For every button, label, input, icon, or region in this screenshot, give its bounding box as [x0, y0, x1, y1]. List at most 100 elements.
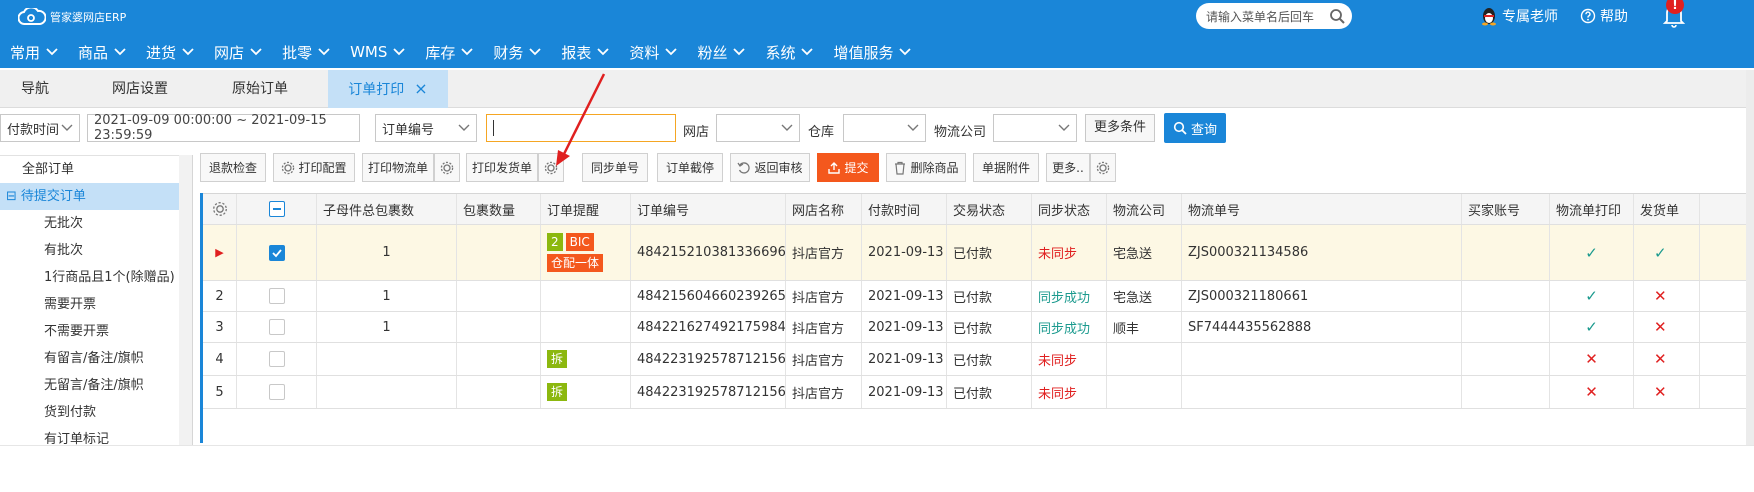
column-header-buyer[interactable]: 买家账号: [1462, 194, 1550, 224]
order-no-cell[interactable]: 4842216274921759842A: [631, 312, 786, 342]
column-header-pay-time[interactable]: 付款时间: [862, 194, 947, 224]
query-button[interactable]: 查询: [1164, 113, 1226, 143]
cloud-logo-icon: [18, 8, 46, 25]
row-checkbox[interactable]: [268, 319, 285, 335]
logistics-cell: [1107, 376, 1182, 408]
print-logistics-button[interactable]: 打印物流单: [362, 153, 434, 182]
trade-status-cell: 已付款: [947, 225, 1032, 280]
column-header-order-no[interactable]: 订单编号: [631, 194, 786, 224]
tree-item[interactable]: 无留言/备注/旗帜: [0, 372, 179, 399]
tab-nav[interactable]: 导航: [0, 70, 70, 108]
column-header-label: 子母件总包裹数: [323, 203, 415, 219]
row-checkbox[interactable]: [268, 244, 285, 261]
row-checkbox[interactable]: [268, 288, 285, 304]
tab-shop-settings[interactable]: 网店设置: [90, 70, 190, 108]
column-header-tracking[interactable]: 物流单号: [1182, 194, 1462, 224]
tab-original-orders[interactable]: 原始订单: [210, 70, 310, 108]
return-review-button[interactable]: 返回审核: [730, 153, 810, 182]
tree-scrollbar[interactable]: [179, 155, 193, 445]
main-menu-item[interactable]: 网店: [204, 38, 272, 66]
order-no-cell[interactable]: 4842231925787121568A-...: [631, 343, 786, 375]
column-header-parcel-qty[interactable]: 包裹数量: [457, 194, 541, 224]
main-menu-item[interactable]: 库存: [415, 38, 483, 66]
more-actions-button[interactable]: 更多..: [1046, 153, 1090, 182]
shop-select[interactable]: [716, 114, 800, 142]
tree-item[interactable]: 有订单标记: [0, 426, 179, 453]
row-select-cell[interactable]: [237, 312, 317, 342]
column-header-invoice[interactable]: 发货单: [1634, 194, 1700, 224]
more-conditions-button[interactable]: 更多条件: [1085, 114, 1155, 142]
main-menu-item[interactable]: 批零: [272, 38, 340, 66]
print-config-button[interactable]: 打印配置: [273, 153, 355, 182]
row-select-cell[interactable]: [237, 343, 317, 375]
order-field-select[interactable]: 订单编号: [375, 114, 477, 142]
submit-button[interactable]: 提交: [817, 153, 879, 182]
main-menu-item[interactable]: 商品: [68, 38, 136, 66]
row-select-cell[interactable]: [237, 225, 317, 280]
tree-item[interactable]: 需要开票: [0, 291, 179, 318]
refund-check-button[interactable]: 退款检查: [200, 153, 266, 182]
search-icon[interactable]: [1328, 7, 1346, 25]
tree-item[interactable]: 货到付款: [0, 399, 179, 426]
table-row[interactable]: 3 1 4842216274921759842A 抖店官方 2021-09-13 ...…: [203, 312, 1754, 343]
date-range-field[interactable]: 2021-09-09 00:00:00 ~ 2021-09-15 23:59:5…: [87, 113, 360, 143]
main-menu-item[interactable]: 增值服务: [823, 38, 921, 66]
menu-search-input[interactable]: 请输入菜单名后回车: [1196, 3, 1352, 29]
time-type-select[interactable]: 付款时间: [0, 114, 80, 142]
column-header-shop[interactable]: 网店名称: [786, 194, 862, 224]
column-header-parcel-total[interactable]: 子母件总包裹数: [317, 194, 457, 224]
tree-item[interactable]: 无批次: [0, 210, 179, 237]
warehouse-select[interactable]: [843, 114, 926, 142]
main-menu-item[interactable]: 粉丝: [687, 38, 755, 66]
tree-item[interactable]: 有批次: [0, 237, 179, 264]
document-attachment-button[interactable]: 单据附件: [973, 153, 1039, 182]
tree-item[interactable]: 1行商品且1个(除赠品): [0, 264, 179, 291]
tab-order-print[interactable]: 订单打印 ×: [328, 70, 448, 108]
row-select-cell[interactable]: [237, 376, 317, 408]
main-menu-item[interactable]: WMS: [340, 38, 415, 66]
main-menu-item[interactable]: 报表: [551, 38, 619, 66]
select-all-checkbox[interactable]: [268, 201, 285, 217]
tree-item[interactable]: 有留言/备注/旗帜: [0, 345, 179, 372]
main-menu-item[interactable]: 资料: [619, 38, 687, 66]
tree-item[interactable]: 不需要开票: [0, 318, 179, 345]
row-select-cell[interactable]: [237, 281, 317, 311]
page-scrollbar[interactable]: [1746, 70, 1754, 445]
column-header-sync-status[interactable]: 同步状态: [1032, 194, 1107, 224]
column-settings-cell[interactable]: [203, 194, 237, 224]
toolbar-settings-button[interactable]: [1090, 153, 1116, 182]
table-row[interactable]: 4 拆 4842231925787121568A-... 抖店官方 2021-09-13…: [203, 343, 1754, 376]
main-menu-item[interactable]: 财务: [483, 38, 551, 66]
close-tab-icon[interactable]: ×: [414, 79, 427, 98]
tree-item[interactable]: 全部订单: [0, 156, 179, 183]
column-header-logistics-print[interactable]: 物流单打印: [1550, 194, 1634, 224]
collapse-icon[interactable]: ⊟: [6, 189, 17, 204]
tree-item[interactable]: ⊟ 待提交订单: [0, 183, 179, 210]
gear-icon[interactable]: [212, 201, 228, 217]
tree-item-label: 货到付款: [44, 405, 97, 420]
main-menu-item[interactable]: 常用: [0, 38, 68, 66]
delete-goods-button[interactable]: 删除商品: [886, 153, 966, 182]
column-header-reminder[interactable]: 订单提醒: [541, 194, 631, 224]
table-row[interactable]: 2 1 4842156046602392656A 抖店官方 2021-09-13 ...…: [203, 281, 1754, 312]
row-checkbox[interactable]: [268, 384, 285, 400]
print-logistics-settings-button[interactable]: [434, 153, 460, 182]
help-link[interactable]: 帮助: [1580, 6, 1628, 26]
row-checkbox[interactable]: [268, 351, 285, 367]
app-logo[interactable]: 管家婆网店ERP: [18, 6, 126, 28]
main-menu-item[interactable]: 进货: [136, 38, 204, 66]
main-menu-item[interactable]: 系统: [755, 38, 823, 66]
print-invoice-button[interactable]: 打印发货单: [466, 153, 538, 182]
select-all-cell[interactable]: [237, 194, 317, 224]
table-row[interactable]: 5 拆 4842231925787121568A-... 抖店官方 2021-09-13…: [203, 376, 1754, 409]
order-no-cell[interactable]: 4842156046602392656A: [631, 281, 786, 311]
order-no-cell[interactable]: 4842231925787121568A-...: [631, 376, 786, 408]
not-printed-x-icon: ✕: [1654, 318, 1667, 336]
column-header-trade-status[interactable]: 交易状态: [947, 194, 1032, 224]
column-header-logistics[interactable]: 物流公司: [1107, 194, 1182, 224]
exclusive-teacher-link[interactable]: 专属老师: [1480, 6, 1558, 26]
logistics-select[interactable]: [993, 114, 1077, 142]
table-row[interactable]: ▶ 1 2BIC 仓配一体 4842152103813366968A 抖店官方 2021-0…: [203, 225, 1754, 281]
order-pause-button[interactable]: 订单截停: [657, 153, 723, 182]
order-no-cell[interactable]: 4842152103813366968A: [631, 225, 786, 280]
